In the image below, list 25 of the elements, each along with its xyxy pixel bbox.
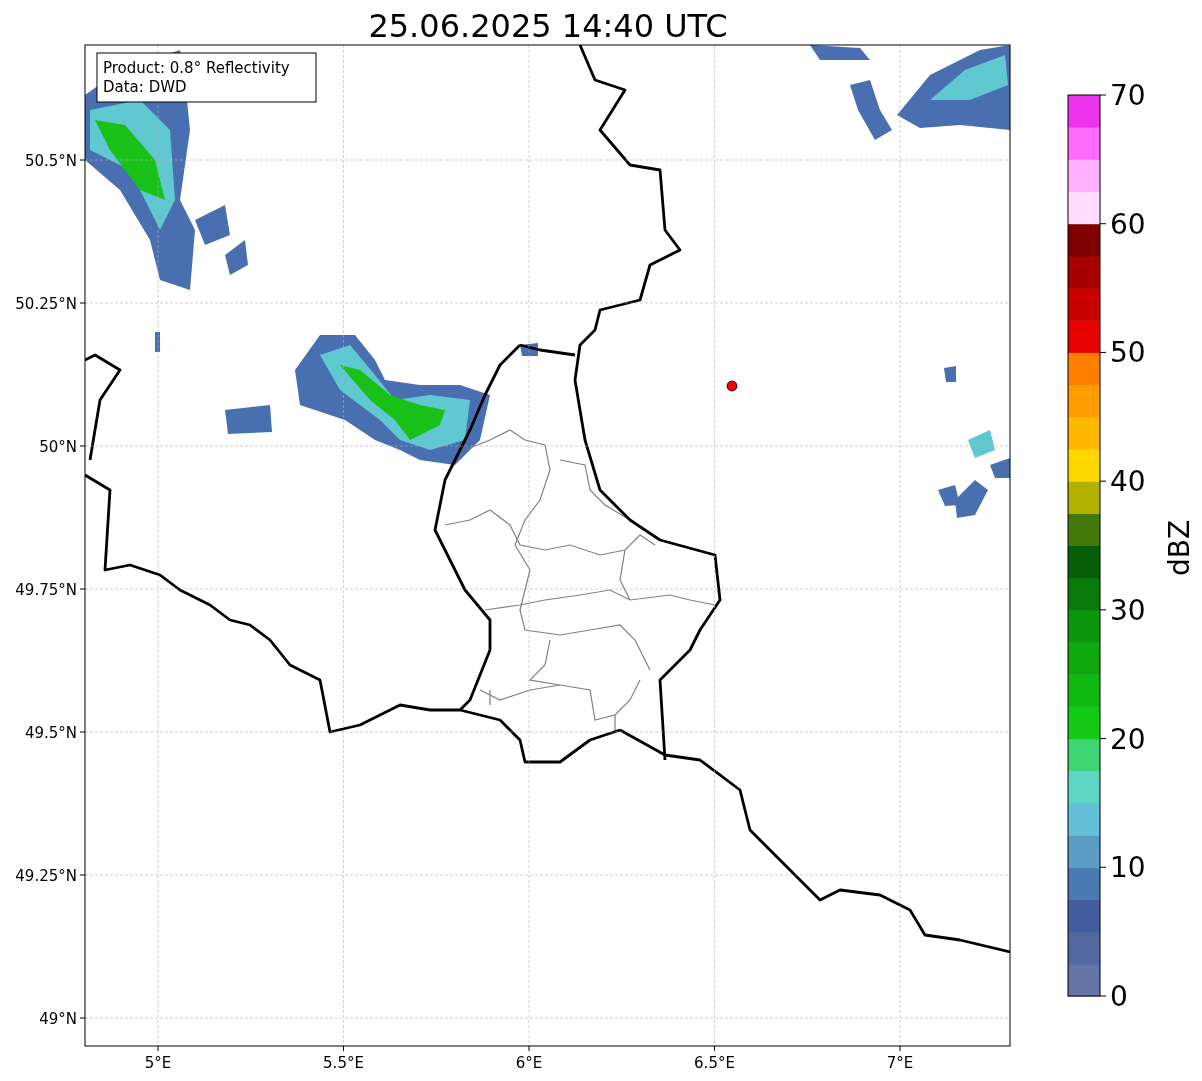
axis-tick-label: 5.5°E: [323, 1054, 364, 1072]
chart-title: 25.06.2025 14:40 UTC: [368, 7, 728, 45]
colorbar-tick-label: 10: [1110, 851, 1146, 885]
colorbar-tick-label: 20: [1110, 722, 1146, 756]
colorbar-tick-label: 70: [1110, 79, 1146, 112]
axis-tick-label: 7°E: [886, 1054, 914, 1072]
colorbar-label: dBZ: [1163, 519, 1196, 577]
location-marker-icon: [726, 380, 738, 392]
axis-tick-label: 6.5°E: [694, 1054, 735, 1072]
axis-tick-label: 6°E: [515, 1054, 543, 1072]
colorbar-tick-label: 60: [1110, 207, 1146, 241]
info-text: Product: 0.8° Reflectivity: [103, 59, 290, 77]
axis-tick-label: 50°N: [39, 438, 77, 456]
axis-tick-label: 50.5°N: [24, 152, 77, 170]
info-text: Data: DWD: [103, 78, 187, 96]
colorbar-tick-label: 30: [1110, 593, 1146, 627]
axis-tick-label: 49.75°N: [15, 581, 77, 599]
axis-tick-label: 49.25°N: [15, 867, 77, 885]
colorbar-tick-label: 50: [1110, 336, 1146, 370]
colorbar-tick-label: 0: [1110, 980, 1128, 1013]
axis-tick-label: 49°N: [39, 1010, 77, 1028]
colorbar-tick-label: 40: [1110, 465, 1146, 499]
axis-tick-label: 5°E: [144, 1054, 172, 1072]
axis-tick-label: 49.5°N: [24, 724, 77, 742]
axis-tick-label: 50.25°N: [15, 295, 77, 313]
